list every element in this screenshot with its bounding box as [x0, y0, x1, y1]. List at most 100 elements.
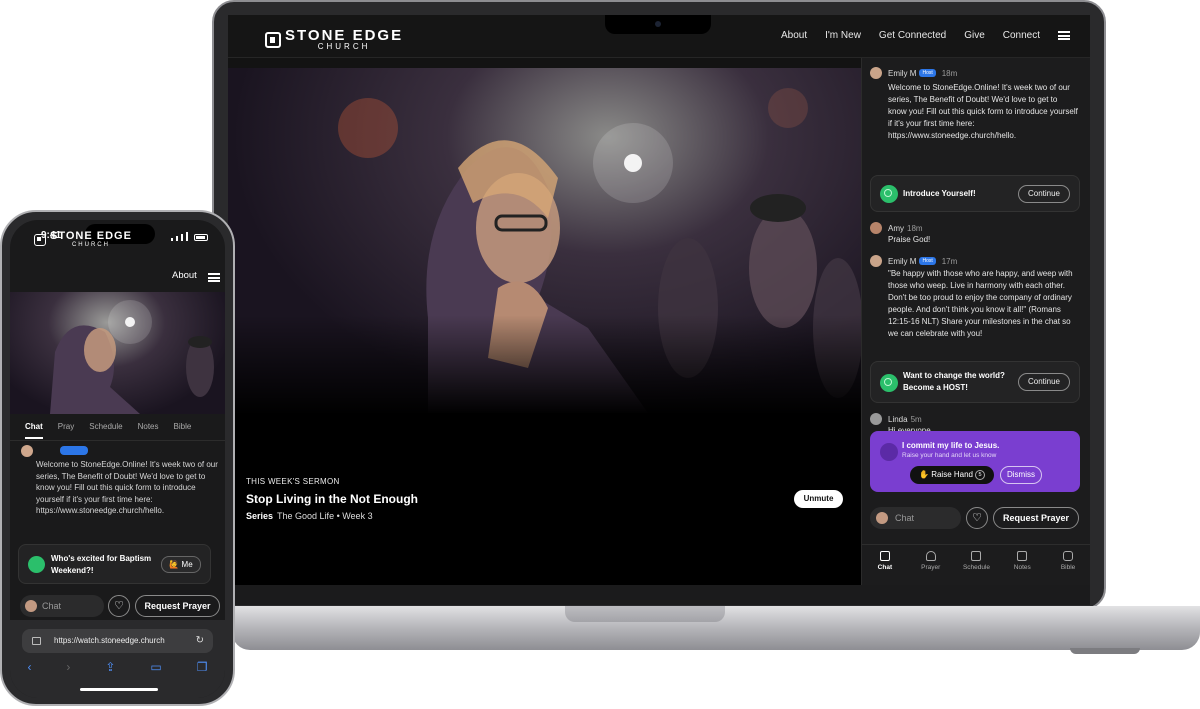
- church-logo[interactable]: STONE EDGE CHURCH: [34, 231, 132, 248]
- avatar: [870, 255, 882, 267]
- author-name: Amy: [888, 223, 904, 233]
- message-header: Linda 5m: [870, 413, 922, 425]
- heart-button[interactable]: ♡: [966, 507, 988, 529]
- sermon-series: Series The Good Life • Week 3: [246, 511, 373, 521]
- tab-notes[interactable]: Notes: [138, 415, 159, 439]
- tab-schedule[interactable]: Schedule: [89, 415, 122, 439]
- reload-icon[interactable]: ↻: [196, 629, 204, 653]
- raise-hand-button[interactable]: ✋ Raise Hand 5: [910, 466, 994, 484]
- camera-notch: [605, 15, 711, 34]
- chat-panel: Emily M Host 18m Welcome to StoneEdge.On…: [861, 58, 1090, 585]
- nav-get-connected[interactable]: Get Connected: [879, 30, 946, 41]
- praying-hands-icon: [880, 443, 898, 461]
- church-logo[interactable]: STONE EDGE CHURCH: [265, 28, 403, 51]
- url-text: https://watch.stoneedge.church: [54, 636, 165, 645]
- tab-label: Bible: [1060, 564, 1076, 571]
- prompt-title: I commit my life to Jesus.: [902, 441, 1000, 450]
- laptop-bezel: [228, 585, 1090, 605]
- signal-bar: [181, 234, 183, 241]
- me-label: Me: [181, 560, 193, 569]
- back-icon[interactable]: ‹: [27, 660, 31, 678]
- me-button[interactable]: 🙋 Me: [161, 556, 201, 573]
- phone-tab-bar: Chat Pray Schedule Notes Bible: [10, 415, 225, 439]
- menu-icon[interactable]: [208, 273, 220, 282]
- author-name: Emily M: [888, 256, 917, 266]
- laptop-foot: [1070, 648, 1140, 654]
- tabs-icon[interactable]: ❐: [197, 660, 208, 678]
- laptop-base: [232, 606, 1200, 650]
- card-title: Want to change the world? Become a HOST!: [903, 371, 1005, 392]
- menu-icon[interactable]: [1058, 31, 1070, 40]
- message-header: Emily M Host 17m: [870, 255, 957, 267]
- become-host-card: Want to change the world? Become a HOST!…: [870, 361, 1080, 403]
- request-prayer-button[interactable]: Request Prayer: [993, 507, 1079, 529]
- card-title: Who's excited for Baptism Weekend?!: [51, 554, 152, 575]
- nav-im-new[interactable]: I'm New: [825, 30, 861, 41]
- message-time: 18m: [907, 223, 923, 233]
- avatar: [25, 600, 37, 612]
- browser-toolbar: https://watch.stoneedge.church ↻ ‹ › ⇪ ▭…: [10, 620, 225, 698]
- nav-about[interactable]: About: [781, 30, 807, 41]
- tab-chat[interactable]: Chat: [862, 545, 908, 585]
- logo-mark-icon: [34, 233, 46, 246]
- unmute-button[interactable]: Unmute: [794, 490, 843, 508]
- page-menu-icon[interactable]: [32, 637, 41, 645]
- signal-bar: [176, 236, 178, 241]
- bookmarks-icon[interactable]: ▭: [150, 660, 161, 678]
- chat-input[interactable]: Chat: [870, 507, 961, 529]
- avatar: [876, 512, 888, 524]
- logo-subtext: CHURCH: [317, 42, 371, 51]
- praying-hands-icon: [925, 551, 936, 561]
- forward-icon[interactable]: ›: [66, 660, 70, 678]
- tab-chat[interactable]: Chat: [25, 415, 43, 439]
- tab-prayer[interactable]: Prayer: [908, 545, 954, 585]
- tab-label: Prayer: [921, 564, 941, 571]
- nav-connect[interactable]: Connect: [1003, 30, 1040, 41]
- browser-nav: ‹ › ⇪ ▭ ❐: [10, 660, 225, 678]
- camera-icon: [655, 21, 661, 27]
- tab-notes[interactable]: Notes: [999, 545, 1045, 585]
- continue-button[interactable]: Continue: [1018, 185, 1070, 203]
- raise-hand-label: Raise Hand: [931, 470, 973, 479]
- battery-icon: [194, 234, 208, 241]
- salvation-prompt-card: I commit my life to Jesus. Raise your ha…: [870, 431, 1080, 492]
- chat-input[interactable]: Chat: [20, 595, 104, 617]
- nav-about[interactable]: About: [172, 270, 197, 281]
- tab-bible[interactable]: Bible: [1045, 545, 1090, 585]
- heart-button[interactable]: ♡: [108, 595, 130, 617]
- sermon-kicker: THIS WEEK'S SERMON: [246, 477, 340, 486]
- tab-schedule[interactable]: Schedule: [954, 545, 1000, 585]
- host-badge: [60, 446, 88, 455]
- laptop-screen: STONE EDGE CHURCH About I'm New Get Conn…: [228, 15, 1090, 585]
- series-value: The Good Life • Week 3: [277, 511, 373, 521]
- logo-subtext: CHURCH: [71, 242, 110, 248]
- tab-bible[interactable]: Bible: [174, 415, 192, 439]
- message-text: "Be happy with those who are happy, and …: [888, 269, 1073, 338]
- status-icons: [171, 232, 208, 241]
- message-text: Praise God!: [888, 235, 931, 244]
- video-player[interactable]: [10, 292, 225, 414]
- phone-frame: 9:41 STONE EDGE CHURCH About Chat Pray S…: [0, 210, 235, 706]
- raise-hand-count: 5: [975, 470, 985, 480]
- smile-icon: [880, 374, 898, 392]
- smile-icon: [880, 185, 898, 203]
- author-name: Emily M: [888, 68, 917, 78]
- smile-icon: [28, 556, 45, 573]
- nav-give[interactable]: Give: [964, 30, 985, 41]
- chat-placeholder: Chat: [895, 513, 915, 523]
- dismiss-button[interactable]: Dismiss: [1000, 466, 1042, 484]
- introduce-card: Introduce Yourself! Continue: [870, 175, 1080, 212]
- baptism-card: Who's excited for Baptism Weekend?! 🙋 Me: [18, 544, 211, 584]
- request-prayer-button[interactable]: Request Prayer: [135, 595, 220, 617]
- avatar: [870, 222, 882, 234]
- notes-icon: [1017, 551, 1028, 561]
- tab-pray[interactable]: Pray: [58, 415, 74, 439]
- heart-icon: ♡: [114, 600, 124, 612]
- address-bar[interactable]: https://watch.stoneedge.church ↻: [22, 629, 213, 653]
- share-icon[interactable]: ⇪: [105, 660, 115, 678]
- message-time: 18m: [941, 68, 958, 78]
- continue-button[interactable]: Continue: [1018, 373, 1070, 391]
- divider: [10, 440, 225, 441]
- chat-tab-bar: Chat Prayer Schedule Notes Bible: [862, 544, 1090, 585]
- author-name: Linda: [888, 414, 908, 424]
